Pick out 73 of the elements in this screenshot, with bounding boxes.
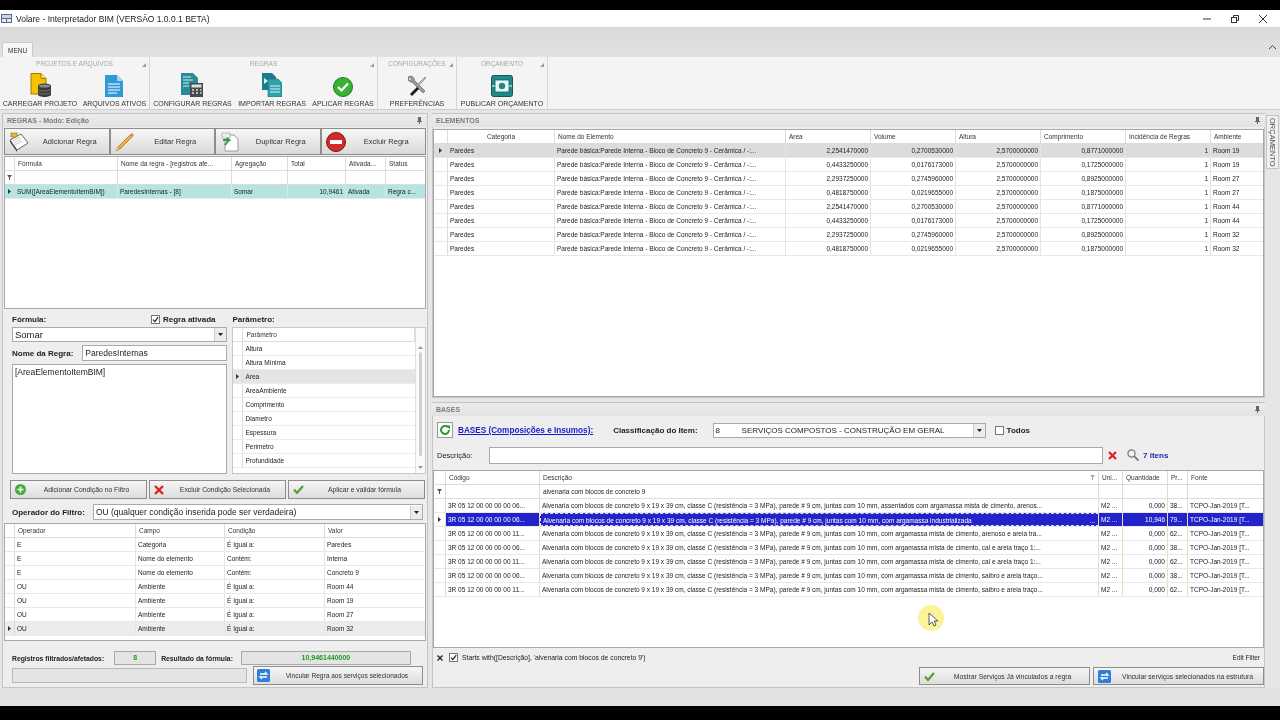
filter-icon (7, 175, 12, 180)
field-label: Classificação do Item: (613, 425, 698, 435)
description-field[interactable] (489, 446, 1103, 464)
current-row-icon (8, 626, 11, 631)
formula-dropdown[interactable]: Somar (12, 327, 228, 342)
check-icon (293, 485, 304, 494)
input-field[interactable]: ParedesInternas (82, 345, 228, 361)
checkbox[interactable] (151, 315, 160, 324)
current-row-icon (438, 517, 441, 522)
mouse-cursor-icon (918, 605, 944, 631)
table-row[interactable] (434, 499, 1263, 513)
pin-icon[interactable] (1255, 406, 1260, 413)
caret-icon (976, 428, 982, 432)
check-icon (924, 671, 935, 681)
search-icon[interactable] (1127, 449, 1139, 461)
field-label: Fórmula: (12, 315, 47, 324)
operator-dropdown[interactable]: OU (qualquer condição inserida pode ser verdadeira) (92, 504, 423, 520)
duplicate-page-icon (220, 131, 240, 152)
window-title: Volare - Interpretador BIM (VERSÃO 1.0.0.1 BETA) (16, 13, 210, 24)
checkbox-label: Todos (1006, 425, 1030, 435)
scroll-down-arrow-icon[interactable] (418, 466, 423, 469)
item-count: 7 itens (1143, 450, 1169, 460)
plus-circle-icon (15, 484, 26, 495)
dialog-launcher-icon[interactable] (370, 63, 374, 67)
scroll-up-arrow-icon[interactable] (418, 346, 423, 349)
checkbox-label: Regra ativada (163, 315, 216, 324)
formula-text-area[interactable]: [AreaElementoItemBIM] (12, 364, 228, 474)
dialog-launcher-icon[interactable] (540, 63, 544, 67)
table-row[interactable] (434, 513, 1263, 527)
wrench-screwdriver-icon (406, 75, 428, 97)
check-circle-icon (333, 77, 354, 97)
field-label: Nome da Regra: (12, 348, 74, 358)
database-document-icon (28, 73, 51, 97)
close-icon[interactable] (1259, 14, 1267, 23)
current-row-icon (236, 374, 240, 379)
current-row-icon (439, 148, 442, 153)
filter-icon (1090, 475, 1095, 480)
table-row[interactable] (434, 555, 1263, 569)
field-label: Parâmetro: (232, 315, 275, 324)
swap-arrows-icon (1098, 669, 1111, 683)
table-row[interactable] (434, 527, 1263, 541)
document-icon (105, 75, 124, 97)
dialog-launcher-icon[interactable] (449, 63, 453, 67)
pin-icon[interactable] (417, 117, 422, 124)
cross-icon (154, 484, 164, 495)
app-icon (1, 14, 12, 23)
caret-icon (218, 333, 224, 336)
documents-icon (262, 73, 283, 97)
no-entry-icon (325, 131, 346, 152)
pin-icon[interactable] (1255, 117, 1260, 124)
pencil-icon (114, 131, 135, 152)
bases-link[interactable]: BASES (Composições e Insumos): (458, 425, 594, 435)
table-row[interactable] (434, 541, 1263, 555)
close-icon[interactable] (437, 654, 443, 661)
refresh-icon[interactable] (437, 422, 453, 438)
checkbox[interactable] (994, 425, 1004, 435)
banknote-icon (491, 75, 513, 97)
dialog-launcher-icon[interactable] (142, 63, 146, 67)
caret-up-icon[interactable] (1269, 45, 1276, 49)
scrollbar[interactable] (415, 328, 425, 473)
current-row-icon (8, 189, 11, 194)
swap-arrows-icon (257, 669, 270, 682)
calculator-document-icon (181, 73, 204, 97)
clear-icon[interactable] (1108, 450, 1117, 460)
checkbox[interactable] (449, 653, 458, 662)
classification-dropdown[interactable]: 8 SERVIÇOS COMPOSTOS - CONSTRUÇÃO EM GERAL (712, 422, 986, 438)
notepad-icon (9, 131, 29, 152)
filter-icon (437, 489, 442, 494)
table-row[interactable] (434, 569, 1263, 583)
caret-icon (414, 510, 419, 514)
restore-icon[interactable] (1231, 14, 1239, 23)
table-row[interactable] (434, 583, 1263, 597)
field-label: Operador do Filtro: (12, 507, 85, 517)
